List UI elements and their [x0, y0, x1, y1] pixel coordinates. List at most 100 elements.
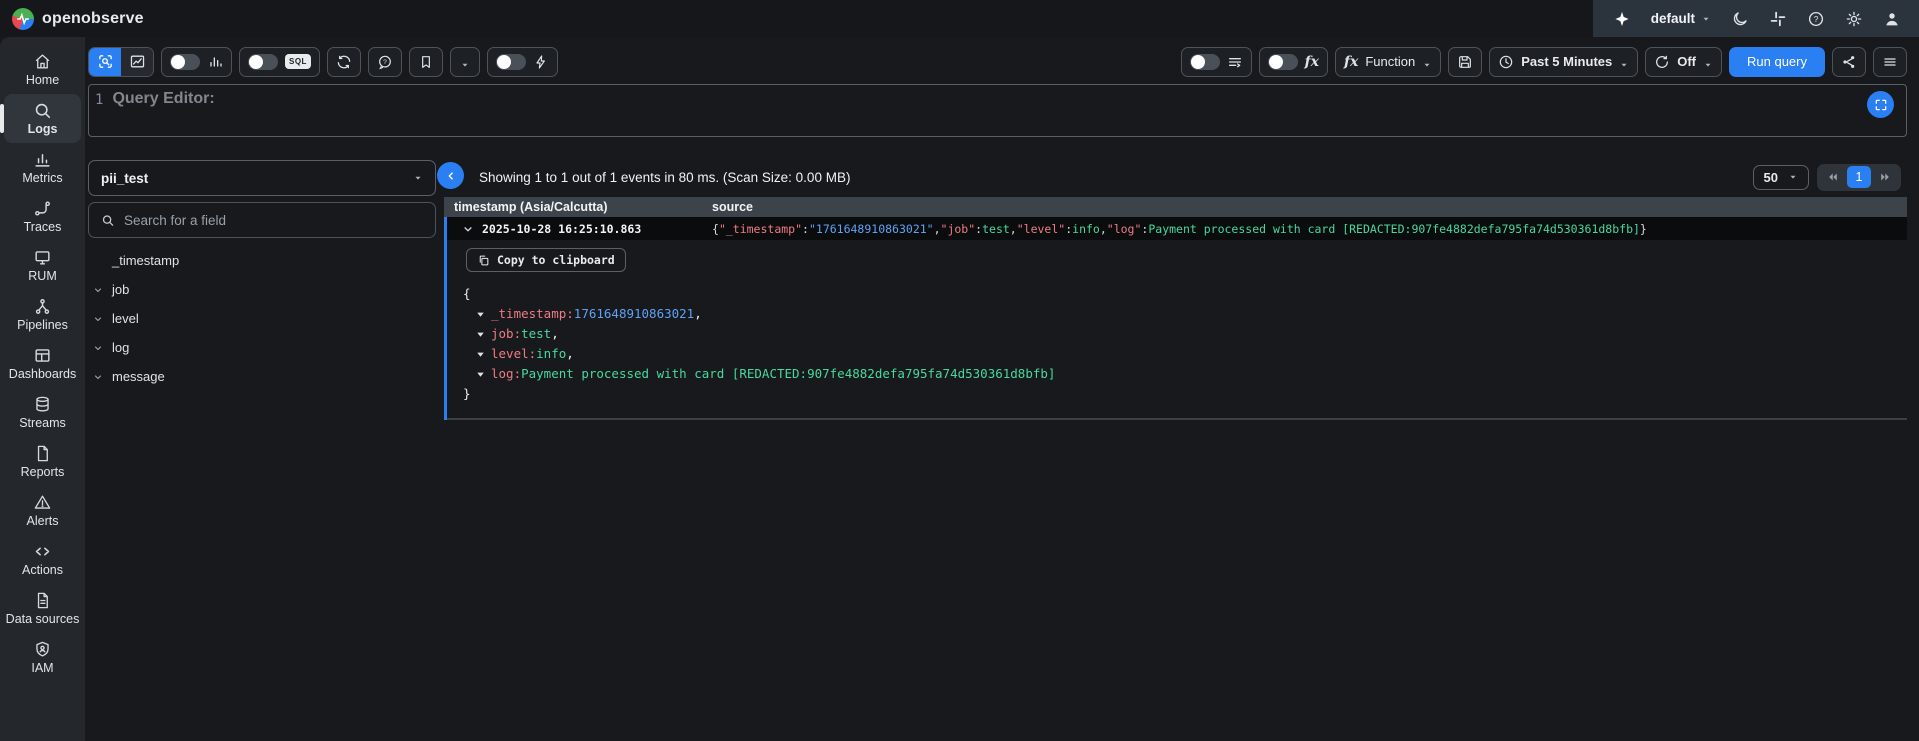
results-header: Showing 1 to 1 out of 1 events in 80 ms.…	[444, 160, 1919, 194]
sql-mode-toggle[interactable]	[248, 54, 278, 70]
brand-name: openobserve	[42, 10, 144, 28]
user-profile-icon[interactable]	[1883, 10, 1901, 28]
histogram-toggle[interactable]	[170, 54, 200, 70]
query-editor[interactable]: 1 Query Editor:	[88, 84, 1907, 137]
chevron-down-icon[interactable]	[92, 371, 104, 383]
sidebar-item-data-sources[interactable]: Data sources	[0, 584, 85, 633]
caret-down-icon[interactable]	[475, 349, 486, 360]
page-size-value: 50	[1764, 170, 1778, 185]
saved-views-dropdown[interactable]	[450, 47, 480, 77]
ai-sparkle-icon[interactable]	[1613, 10, 1631, 28]
sidebar-item-pipelines[interactable]: Pipelines	[0, 290, 85, 339]
collapse-fields-button[interactable]	[437, 162, 464, 189]
run-query-button[interactable]: Run query	[1729, 47, 1825, 77]
sidebar-item-home[interactable]: Home	[0, 45, 85, 94]
wrap-lines-toggle[interactable]	[1190, 54, 1220, 70]
sidebar-item-label: Logs	[28, 123, 58, 137]
caret-down-icon[interactable]	[475, 369, 486, 380]
first-page-button[interactable]	[1823, 167, 1843, 187]
field-name: message	[112, 369, 165, 384]
row-expand-icon[interactable]	[461, 222, 475, 236]
sync-refresh-button[interactable]	[327, 47, 361, 77]
settings-gear-icon[interactable]	[1845, 10, 1863, 28]
last-page-button[interactable]	[1875, 167, 1895, 187]
sidebar-item-actions[interactable]: Actions	[0, 535, 85, 584]
field-item-job[interactable]: job	[88, 275, 436, 304]
time-range-label: Past 5 Minutes	[1521, 54, 1612, 69]
page-number-button[interactable]: 1	[1847, 166, 1871, 188]
source-token-number: "1761648910863021"	[809, 222, 934, 236]
sql-badge-icon: SQL	[285, 54, 311, 69]
editor-line-number: 1	[95, 90, 103, 108]
column-header-source[interactable]: source	[712, 200, 1907, 214]
sidebar-item-traces[interactable]: Traces	[0, 192, 85, 241]
copy-to-clipboard-button[interactable]: Copy to clipboard	[466, 248, 626, 272]
editor-placeholder: Query Editor:	[112, 90, 214, 108]
log-row-source: {"_timestamp":"1761648910863021","job":t…	[712, 222, 1907, 236]
fields-panel: pii_test _timestampjoblevellog message	[88, 149, 444, 741]
transform-toggle[interactable]	[1268, 54, 1298, 70]
sidebar-item-metrics[interactable]: Metrics	[0, 143, 85, 192]
log-detail-panel: Copy to clipboard { _timestamp:176164891…	[447, 240, 1907, 420]
caret-down-icon[interactable]	[475, 309, 486, 320]
chevron-down-icon[interactable]	[92, 284, 104, 296]
saved-views-button[interactable]	[409, 47, 443, 77]
sidebar-item-alerts[interactable]: Alerts	[0, 486, 85, 535]
json-comma: ,	[566, 344, 574, 364]
stream-selector[interactable]: pii_test	[88, 160, 436, 196]
sidebar-item-label: Home	[26, 74, 59, 88]
sidebar-item-label: Traces	[24, 221, 62, 235]
scan-search-button[interactable]	[89, 48, 121, 76]
share-button[interactable]	[1832, 47, 1866, 77]
dark-mode-icon[interactable]	[1731, 10, 1749, 28]
auto-refresh-dropdown[interactable]: Off	[1645, 47, 1722, 77]
field-item-level[interactable]: level	[88, 304, 436, 333]
visualize-chart-button[interactable]	[121, 48, 153, 76]
logs-toolbar: SQL ?	[88, 45, 1907, 78]
chevron-down-icon[interactable]	[92, 342, 104, 354]
left-sidebar: Home Logs Metrics Traces RUMPipelinesDashboa…	[0, 37, 85, 741]
chevron-down-icon	[413, 173, 423, 183]
json-comma: ,	[694, 304, 702, 324]
menu-button[interactable]	[1873, 47, 1907, 77]
slack-icon[interactable]	[1769, 10, 1787, 28]
results-summary: Showing 1 to 1 out of 1 events in 80 ms.…	[479, 170, 850, 185]
sidebar-item-iam[interactable]: IAM	[0, 633, 85, 682]
field-item-message[interactable]: message	[88, 362, 436, 391]
source-token-punct: {	[712, 222, 719, 236]
quick-mode-toggle[interactable]	[496, 54, 526, 70]
sidebar-item-dashboards[interactable]: Dashboards	[0, 339, 85, 388]
time-range-dropdown[interactable]: Past 5 Minutes	[1489, 47, 1638, 77]
field-search-input[interactable]	[124, 213, 423, 228]
auto-refresh-label: Off	[1677, 54, 1696, 69]
chevron-down-icon[interactable]	[92, 313, 104, 325]
json-key: level:	[491, 344, 536, 364]
chevron-down-icon	[1703, 57, 1713, 67]
field-list: _timestampjoblevellog message	[88, 246, 436, 391]
column-header-timestamp[interactable]: timestamp (Asia/Calcutta)	[444, 200, 712, 214]
log-json-tree: { _timestamp:1761648910863021,job:test,l…	[447, 284, 1907, 404]
sidebar-item-streams[interactable]: Streams	[0, 388, 85, 437]
query-help-button[interactable]: ?	[368, 47, 402, 77]
org-selector[interactable]: default	[1651, 11, 1711, 26]
wrap-lines-icon	[1227, 54, 1243, 70]
field-search	[88, 202, 436, 238]
sidebar-item-rum[interactable]: RUM	[0, 241, 85, 290]
transform-toggle-group: fx	[1259, 47, 1328, 77]
caret-down-icon[interactable]	[475, 329, 486, 340]
rum-icon	[33, 248, 52, 267]
save-function-button[interactable]	[1448, 47, 1482, 77]
function-dropdown[interactable]: fx Function	[1335, 47, 1441, 77]
sidebar-item-logs[interactable]: Logs	[4, 94, 81, 143]
dashboards-icon	[33, 346, 52, 365]
page-size-dropdown[interactable]: 50	[1753, 165, 1809, 190]
field-item-_timestamp[interactable]: _timestamp	[88, 246, 436, 275]
log-row[interactable]: 2025-10-28 16:25:10.863 {"_timestamp":"1…	[447, 217, 1907, 240]
org-selector-value: default	[1651, 11, 1695, 26]
sidebar-item-reports[interactable]: Reports	[0, 437, 85, 486]
field-item-log[interactable]: log	[88, 333, 436, 362]
brand[interactable]: openobserve	[0, 8, 144, 30]
editor-expand-button[interactable]	[1867, 91, 1894, 118]
help-icon[interactable]: ?	[1807, 10, 1825, 28]
sidebar-item-label: Reports	[21, 466, 65, 480]
